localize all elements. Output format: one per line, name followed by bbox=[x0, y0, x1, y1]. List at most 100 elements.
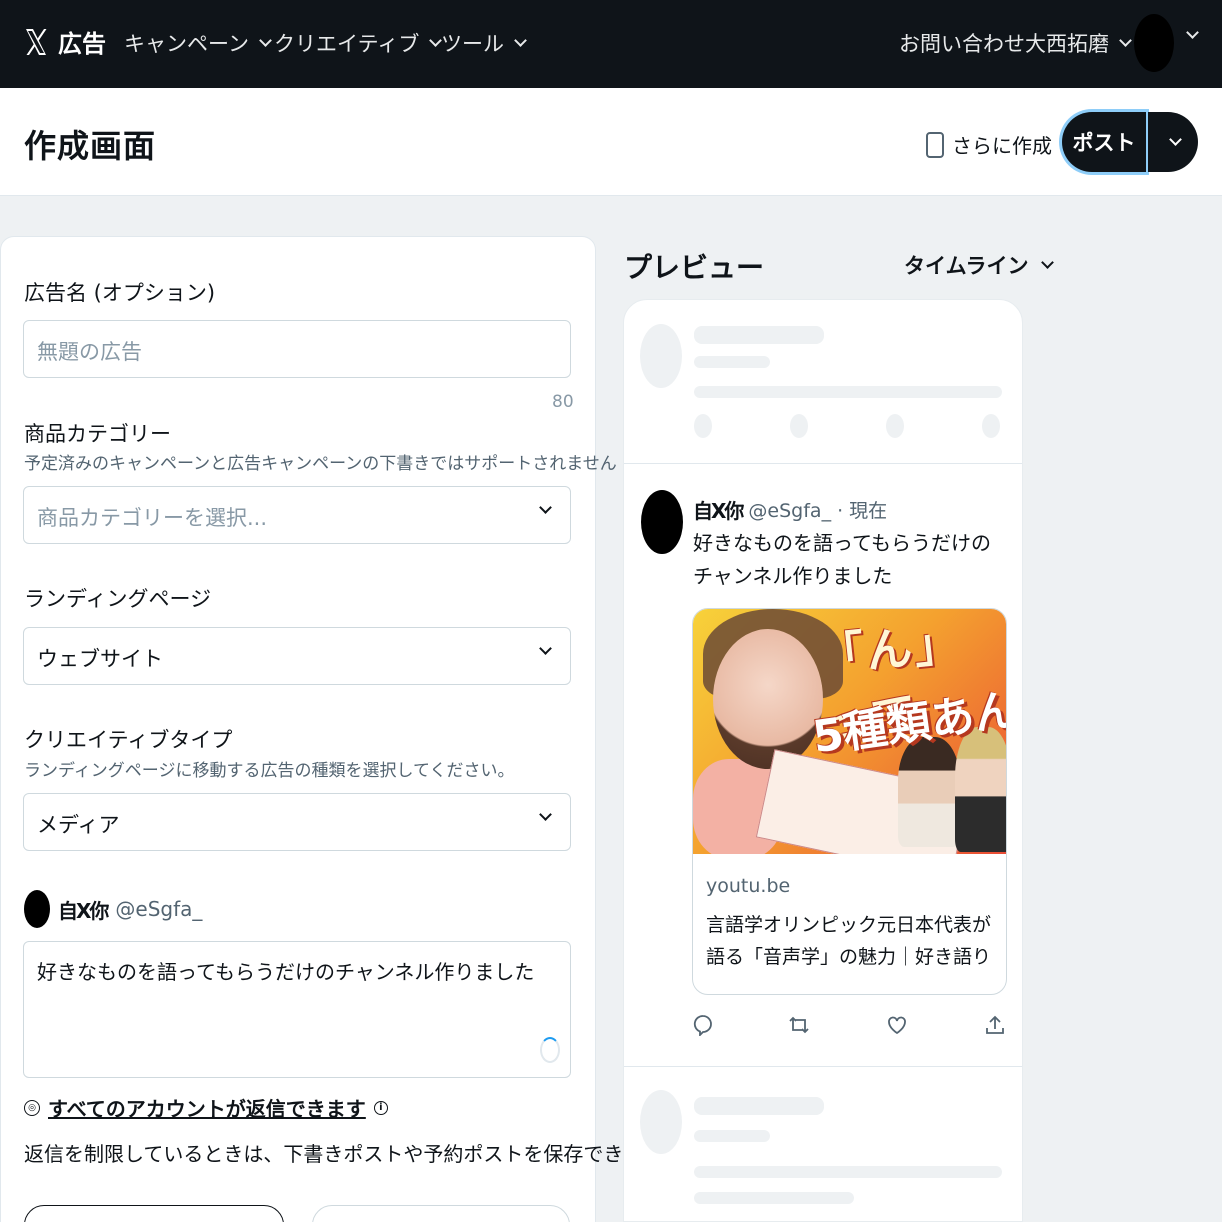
chevron-down-icon bbox=[1119, 34, 1132, 47]
category-note: 予定済みのキャンペーンと広告キャンペーンの下書きではサポートされません bbox=[24, 454, 617, 474]
page-title: 作成画面 bbox=[24, 127, 157, 165]
creative-type-note: ランディングページに移動する広告の種類を選択してください。 bbox=[24, 761, 515, 781]
tweet-text-value: 好きなものを語ってもらうだけのチャンネル作りました bbox=[37, 960, 535, 984]
skeleton-avatar bbox=[640, 324, 682, 388]
share-svg bbox=[986, 1015, 1004, 1034]
nav-creatives[interactable]: クリエイティブ bbox=[274, 28, 443, 58]
skeleton-dot bbox=[694, 414, 712, 438]
user-avatar[interactable] bbox=[1134, 14, 1174, 72]
creative-type-label: クリエイティブタイプ bbox=[24, 728, 233, 752]
nav-campaigns-label: キャンペーン bbox=[124, 32, 249, 56]
skeleton-dot bbox=[982, 414, 1000, 438]
tweet-actions bbox=[692, 1012, 1012, 1042]
chevron-down-icon bbox=[259, 34, 272, 47]
thumbnail-person bbox=[955, 727, 1006, 852]
tweet-text: 好きなものを語ってもらうだけのチャンネル作りました bbox=[693, 531, 991, 588]
tweet-avatar[interactable] bbox=[641, 490, 683, 554]
info-icon[interactable]: i bbox=[373, 1100, 388, 1115]
skeleton-line bbox=[694, 1130, 770, 1142]
nav-creatives-label: クリエイティブ bbox=[274, 32, 420, 56]
landing-page-value: ウェブサイト bbox=[37, 647, 163, 671]
reply-svg bbox=[693, 1015, 712, 1036]
nav-campaigns[interactable]: キャンペーン bbox=[124, 28, 272, 58]
tweet-header: 自X你 @eSgfa_ · 現在 bbox=[693, 495, 887, 524]
category-placeholder: 商品カテゴリーを選択... bbox=[37, 506, 268, 530]
chevron-down-icon bbox=[514, 34, 527, 47]
share-icon[interactable] bbox=[984, 1012, 1006, 1038]
chevron-down-icon bbox=[539, 808, 552, 821]
nav-tools[interactable]: ツール bbox=[441, 28, 527, 58]
x-logo-icon bbox=[26, 28, 47, 55]
chevron-down-icon bbox=[1168, 133, 1182, 146]
tweet-text-input[interactable]: 好きなものを語ってもらうだけのチャンネル作りました bbox=[23, 941, 571, 1078]
skeleton-line bbox=[694, 356, 770, 368]
skeleton-line bbox=[694, 1192, 854, 1204]
link-domain: youtu.be bbox=[706, 875, 791, 897]
ad-name-input[interactable]: 無題の広告 bbox=[23, 320, 571, 378]
link-title: 言語学オリンピック元日本代表が語る「音声学」の魅力｜好き語り bbox=[706, 914, 992, 968]
nav-contact-label: お問い合わせ bbox=[899, 32, 1025, 56]
link-card[interactable]: 「ん」って 5種類あんねん youtu.be 言語学オリンピック元日本代表が語る… bbox=[692, 608, 1007, 995]
tweet-handle-time: @eSgfa_ · 現在 bbox=[748, 500, 888, 522]
account-logo: 自X你 bbox=[58, 898, 109, 923]
divider bbox=[624, 1066, 1022, 1067]
brand-logo[interactable]: 広告 bbox=[24, 24, 106, 59]
skeleton-line bbox=[694, 1097, 824, 1115]
skeleton-dot bbox=[790, 414, 808, 438]
account-avatar bbox=[24, 890, 50, 928]
repost-svg bbox=[789, 1016, 809, 1034]
video-thumbnail: 「ん」って 5種類あんねん bbox=[693, 609, 1006, 854]
thumbnail-person bbox=[713, 629, 823, 769]
landing-page-select[interactable]: ウェブサイト bbox=[23, 627, 571, 685]
ad-name-placeholder: 無題の広告 bbox=[37, 340, 142, 364]
category-select[interactable]: 商品カテゴリーを選択... bbox=[23, 486, 571, 544]
account-handle: @eSgfa_ bbox=[115, 897, 203, 921]
reply-icon[interactable] bbox=[692, 1012, 714, 1038]
account-name: 大西拓磨 bbox=[1025, 32, 1109, 56]
repost-icon[interactable] bbox=[788, 1012, 810, 1038]
category-label: 商品カテゴリー bbox=[24, 422, 171, 446]
chevron-down-icon bbox=[1040, 256, 1054, 269]
skeleton-line bbox=[694, 1166, 1002, 1178]
skeleton-line bbox=[694, 386, 1002, 398]
chevron-down-icon bbox=[539, 642, 552, 655]
like-icon[interactable] bbox=[886, 1012, 908, 1038]
media-button[interactable] bbox=[24, 1205, 284, 1222]
create-more-label: さらに作成 bbox=[952, 134, 1052, 158]
placement-value: タイムライン bbox=[904, 254, 1029, 278]
landing-page-label: ランディングページ bbox=[24, 587, 212, 611]
creative-type-value: メディア bbox=[37, 813, 120, 837]
post-button[interactable]: ポスト bbox=[1062, 112, 1146, 172]
skeleton-line bbox=[694, 326, 824, 344]
create-more-toggle[interactable]: さらに作成 i bbox=[926, 130, 1074, 159]
nav-tools-label: ツール bbox=[441, 32, 504, 56]
reply-setting-label[interactable]: すべてのアカウントが返信できます bbox=[48, 1093, 366, 1122]
divider bbox=[624, 463, 1022, 464]
character-counter: 80 bbox=[552, 392, 574, 412]
posting-account[interactable]: 自X你 @eSgfa_ bbox=[24, 890, 202, 928]
character-progress-icon bbox=[540, 1037, 560, 1063]
create-more-checkbox[interactable] bbox=[926, 131, 944, 158]
ad-name-label: 広告名 (オプション) bbox=[24, 281, 216, 305]
like-svg bbox=[888, 1016, 906, 1035]
reply-settings[interactable]: ◎ すべてのアカウントが返信できます i bbox=[24, 1093, 388, 1122]
chevron-down-icon bbox=[539, 501, 552, 514]
thumbnail-person bbox=[898, 737, 960, 847]
secondary-button[interactable] bbox=[312, 1205, 570, 1222]
post-options-button[interactable] bbox=[1148, 112, 1198, 172]
preview-title: プレビュー bbox=[624, 251, 765, 284]
reply-note: 返信を制限しているときは、下書きポストや予約ポストを保存できません。 bbox=[24, 1142, 703, 1166]
avatar-chevron-down-icon[interactable] bbox=[1186, 26, 1199, 39]
preview-phone: 自X你 @eSgfa_ · 現在 好きなものを語ってもらうだけのチャンネル作りま… bbox=[623, 299, 1023, 1222]
tweet-account-logo: 自X你 bbox=[693, 499, 744, 523]
placement-select[interactable]: タイムライン bbox=[904, 250, 1054, 280]
skeleton-dot bbox=[886, 414, 904, 438]
globe-icon: ◎ bbox=[24, 1099, 40, 1116]
brand-label: 広告 bbox=[58, 30, 106, 58]
nav-account-menu[interactable]: 大西拓磨 bbox=[1025, 28, 1132, 58]
nav-contact[interactable]: お問い合わせ bbox=[899, 28, 1025, 58]
skeleton-avatar bbox=[640, 1090, 682, 1154]
creative-type-select[interactable]: メディア bbox=[23, 793, 571, 851]
page-header: 作成画面 さらに作成 i ポスト bbox=[0, 88, 1222, 196]
top-navigation: 広告 キャンペーン クリエイティブ ツール お問い合わせ 大西拓磨 bbox=[0, 0, 1222, 88]
